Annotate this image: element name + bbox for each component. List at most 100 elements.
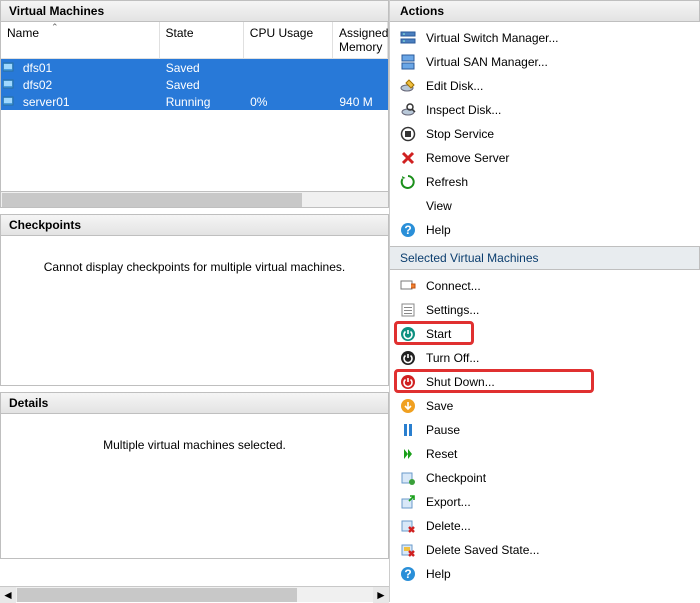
action-refresh[interactable]: Refresh — [390, 170, 700, 194]
action-label: Stop Service — [426, 127, 690, 141]
vm-icon — [1, 79, 17, 91]
vm-name-cell: server01 — [17, 95, 160, 109]
action-label: Checkpoint — [426, 471, 690, 485]
edit-disk-icon — [400, 78, 416, 94]
column-cpu[interactable]: CPU Usage — [244, 22, 333, 58]
action-connect[interactable]: Connect... — [390, 274, 700, 298]
action-label: Help — [426, 223, 690, 237]
delete-saved-state-icon — [400, 542, 416, 558]
action-help[interactable]: ? Help — [390, 562, 700, 586]
action-reset[interactable]: Reset — [390, 442, 700, 466]
sort-indicator-icon: ⌃ — [51, 22, 59, 33]
action-label: Edit Disk... — [426, 79, 690, 93]
shutdown-icon — [400, 374, 416, 390]
details-message: Multiple virtual machines selected. — [103, 438, 286, 452]
column-assigned[interactable]: Assigned Memory — [333, 22, 388, 58]
action-start[interactable]: Start — [390, 322, 700, 346]
vm-state-cell: Running — [160, 95, 244, 109]
action-shut-down[interactable]: Shut Down... — [390, 370, 700, 394]
action-edit-disk[interactable]: Edit Disk... — [390, 74, 700, 98]
bottom-scrollbar[interactable]: ◄ ► — [0, 586, 389, 602]
checkpoint-icon — [400, 470, 416, 486]
action-settings[interactable]: Settings... — [390, 298, 700, 322]
scroll-right-icon[interactable]: ► — [373, 587, 389, 603]
action-label: View — [426, 199, 690, 213]
vm-state-cell: Saved — [160, 61, 244, 75]
action-save[interactable]: Save — [390, 394, 700, 418]
action-view[interactable]: View — [390, 194, 700, 218]
action-label: Remove Server — [426, 151, 690, 165]
action-label: Save — [426, 399, 690, 413]
action-label: Turn Off... — [426, 351, 690, 365]
action-delete[interactable]: Delete... — [390, 514, 700, 538]
vm-icon — [1, 96, 17, 108]
action-label: Start — [426, 327, 690, 341]
action-inspect-disk[interactable]: Inspect Disk... — [390, 98, 700, 122]
action-label: Help — [426, 567, 690, 581]
action-remove-server[interactable]: Remove Server — [390, 146, 700, 170]
vm-icon — [1, 62, 17, 74]
san-manager-icon — [400, 54, 416, 70]
vm-name-cell: dfs01 — [17, 61, 160, 75]
details-panel: Multiple virtual machines selected. — [0, 414, 389, 559]
virtual-machines-panel-title: Virtual Machines — [0, 0, 389, 22]
action-label: Delete Saved State... — [426, 543, 690, 557]
inspect-disk-icon — [400, 102, 416, 118]
help-icon: ? — [400, 566, 416, 582]
vm-assigned-cell: 940 M — [333, 95, 388, 109]
export-icon — [400, 494, 416, 510]
checkpoints-panel: Cannot display checkpoints for multiple … — [0, 236, 389, 386]
action-delete-saved-state[interactable]: Delete Saved State... — [390, 538, 700, 562]
column-name[interactable]: Name — [1, 22, 160, 58]
table-row[interactable]: dfs02Saved — [1, 76, 388, 93]
pause-icon — [400, 422, 416, 438]
checkpoints-message: Cannot display checkpoints for multiple … — [44, 260, 345, 274]
connect-icon — [400, 278, 416, 294]
action-stop-service[interactable]: Stop Service — [390, 122, 700, 146]
vm-name-cell: dfs02 — [17, 78, 160, 92]
action-virtual-switch-manager[interactable]: Virtual Switch Manager... — [390, 26, 700, 50]
action-help[interactable]: ? Help — [390, 218, 700, 242]
actions-panel-title: Actions — [390, 0, 700, 22]
remove-server-icon — [400, 150, 416, 166]
vm-columns-header[interactable]: Name ⌃ State CPU Usage Assigned Memory — [1, 22, 388, 59]
action-virtual-san-manager[interactable]: Virtual SAN Manager... — [390, 50, 700, 74]
action-label: Pause — [426, 423, 690, 437]
column-state[interactable]: State — [160, 22, 244, 58]
action-label: Reset — [426, 447, 690, 461]
stop-service-icon — [400, 126, 416, 142]
save-icon — [400, 398, 416, 414]
delete-icon — [400, 518, 416, 534]
action-export[interactable]: Export... — [390, 490, 700, 514]
refresh-icon — [400, 174, 416, 190]
virtual-machines-list[interactable]: Name ⌃ State CPU Usage Assigned Memory d… — [0, 22, 389, 192]
table-row[interactable]: dfs01Saved — [1, 59, 388, 76]
reset-icon — [400, 446, 416, 462]
selected-vms-section-title: Selected Virtual Machines — [390, 246, 700, 270]
action-checkpoint[interactable]: Checkpoint — [390, 466, 700, 490]
vm-state-cell: Saved — [160, 78, 244, 92]
scroll-left-icon[interactable]: ◄ — [0, 587, 16, 603]
details-panel-title: Details — [0, 392, 389, 414]
action-label: Shut Down... — [426, 375, 690, 389]
action-turn-off[interactable]: Turn Off... — [390, 346, 700, 370]
svg-text:?: ? — [404, 567, 411, 581]
action-label: Settings... — [426, 303, 690, 317]
action-label: Connect... — [426, 279, 690, 293]
switch-manager-icon — [400, 30, 416, 46]
action-label: Inspect Disk... — [426, 103, 690, 117]
vm-cpu-cell: 0% — [244, 95, 333, 109]
vm-list-scrollbar[interactable] — [0, 192, 389, 208]
settings-icon — [400, 302, 416, 318]
action-label: Virtual Switch Manager... — [426, 31, 690, 45]
svg-text:?: ? — [404, 223, 411, 237]
action-label: Delete... — [426, 519, 690, 533]
action-pause[interactable]: Pause — [390, 418, 700, 442]
action-label: Export... — [426, 495, 690, 509]
checkpoints-panel-title: Checkpoints — [0, 214, 389, 236]
view-icon — [400, 198, 416, 214]
action-label: Refresh — [426, 175, 690, 189]
table-row[interactable]: server01Running0%940 M — [1, 93, 388, 110]
host-actions-list: Virtual Switch Manager... Virtual SAN Man… — [390, 22, 700, 246]
help-icon: ? — [400, 222, 416, 238]
